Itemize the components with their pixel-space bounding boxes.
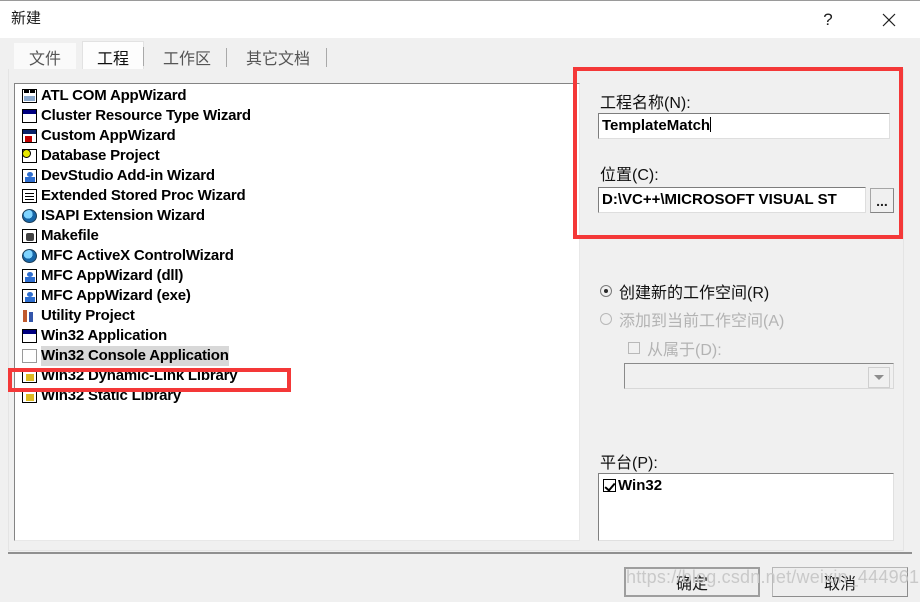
list-item-label: MFC ActiveX ControlWizard — [41, 247, 234, 264]
text-caret — [710, 117, 712, 132]
add-to-current-workspace-label: 添加到当前工作空间(A) — [619, 313, 785, 330]
list-item-label: MFC AppWizard (dll) — [41, 267, 184, 284]
list-item[interactable]: Database Project — [21, 146, 579, 166]
tab-workspaces[interactable]: 工作区 — [148, 43, 227, 71]
ellipsis-icon: ... — [876, 192, 888, 209]
platform-label: 平台(P): — [600, 455, 658, 472]
list-item-label: Cluster Resource Type Wizard — [41, 107, 251, 124]
list-item-label: ATL COM AppWizard — [41, 87, 187, 104]
custom-appwizard-icon — [21, 128, 38, 144]
tab-separator — [226, 48, 227, 67]
extended-stored-proc-icon — [21, 188, 38, 204]
project-type-listbox[interactable]: ATL COM AppWizard Cluster Resource Type W… — [14, 83, 580, 541]
list-item-label: ISAPI Extension Wizard — [41, 207, 205, 224]
tab-separator — [143, 47, 144, 66]
win32-dll-icon — [21, 368, 38, 384]
database-project-icon — [21, 148, 38, 164]
list-item[interactable]: MFC AppWizard (exe) — [21, 286, 579, 306]
tab-strip: 文件 工程 工作区 其它文档 — [14, 41, 904, 71]
dialog-separator — [8, 552, 912, 554]
list-item[interactable]: ISAPI Extension Wizard — [21, 206, 579, 226]
list-item[interactable]: Custom AppWizard — [21, 126, 579, 146]
list-item-label: Database Project — [41, 147, 160, 164]
list-item[interactable]: DevStudio Add-in Wizard — [21, 166, 579, 186]
win32-static-library-icon — [21, 388, 38, 404]
close-button[interactable] — [866, 1, 912, 38]
tab-files[interactable]: 文件 — [14, 43, 76, 71]
platform-item-win32[interactable]: Win32 — [603, 477, 662, 494]
project-name-value: TemplateMatch — [602, 117, 711, 134]
title-bar: 新建 ? — [0, 1, 920, 38]
list-item-label: MFC AppWizard (exe) — [41, 287, 191, 304]
list-item[interactable]: Win32 Console Application — [21, 346, 579, 366]
list-item-label: Win32 Dynamic-Link Library — [41, 367, 238, 384]
list-item-label: DevStudio Add-in Wizard — [41, 167, 215, 184]
location-label: 位置(C): — [600, 167, 659, 184]
platform-item-label: Win32 — [618, 477, 663, 494]
add-to-current-workspace-radio[interactable]: 添加到当前工作空间(A) — [600, 307, 784, 331]
window-title: 新建 — [11, 10, 42, 27]
list-item[interactable]: Extended Stored Proc Wizard — [21, 186, 579, 206]
tab-other-documents[interactable]: 其它文档 — [230, 43, 327, 71]
list-item[interactable]: Win32 Static Library — [21, 386, 579, 406]
list-item-label: Win32 Application — [41, 327, 167, 344]
tab-projects[interactable]: 工程 — [82, 41, 144, 71]
makefile-icon — [21, 228, 38, 244]
tab-label: 工程 — [96, 50, 129, 68]
new-project-dialog: 新建 ? 文件 工程 工作区 其它文档 ATL COM AppWizard Clu… — [0, 0, 920, 602]
checkbox-indicator — [628, 342, 640, 354]
tab-separator — [326, 48, 327, 67]
tab-label: 文件 — [28, 51, 61, 68]
isapi-extension-wizard-icon — [21, 208, 38, 224]
radio-indicator — [600, 313, 612, 325]
dependency-checkbox[interactable]: 从属于(D): — [628, 336, 722, 360]
win32-application-icon — [21, 328, 38, 344]
checkbox-checked-icon[interactable] — [603, 479, 616, 492]
list-item[interactable]: MFC ActiveX ControlWizard — [21, 246, 579, 266]
list-item[interactable]: Cluster Resource Type Wizard — [21, 106, 579, 126]
list-item[interactable]: ATL COM AppWizard — [21, 86, 579, 106]
radio-indicator — [600, 285, 612, 297]
list-item-label: Extended Stored Proc Wizard — [41, 187, 246, 204]
dependency-combobox[interactable] — [624, 363, 894, 389]
list-item[interactable]: Win32 Application — [21, 326, 579, 346]
list-item[interactable]: Utility Project — [21, 306, 579, 326]
utility-project-icon — [21, 308, 38, 324]
browse-button[interactable]: ... — [870, 188, 894, 213]
help-button[interactable]: ? — [805, 1, 851, 38]
tab-label: 工作区 — [162, 51, 211, 68]
list-item-label: Win32 Console Application — [41, 346, 229, 366]
location-input[interactable]: D:\VC++\MICROSOFT VISUAL ST — [598, 187, 866, 213]
list-item-label: Custom AppWizard — [41, 127, 176, 144]
mfc-appwizard-exe-icon — [21, 288, 38, 304]
location-value: D:\VC++\MICROSOFT VISUAL ST — [602, 191, 837, 208]
list-item-label: Utility Project — [41, 307, 135, 324]
ok-button[interactable]: 确定 — [624, 567, 760, 597]
project-name-input[interactable]: TemplateMatch — [598, 113, 890, 139]
list-item-label: Win32 Static Library — [41, 387, 182, 404]
mfc-appwizard-dll-icon — [21, 268, 38, 284]
atl-com-appwizard-icon — [21, 88, 38, 104]
cancel-button[interactable]: 取消 — [772, 567, 908, 597]
create-new-workspace-label: 创建新的工作空间(R) — [619, 285, 770, 302]
list-item-label: Makefile — [41, 227, 99, 244]
cancel-button-label: 取消 — [823, 576, 856, 593]
devstudio-addin-wizard-icon — [21, 168, 38, 184]
mfc-activex-controlwizard-icon — [21, 248, 38, 264]
list-item[interactable]: Win32 Dynamic-Link Library — [21, 366, 579, 386]
question-mark-icon: ? — [823, 9, 833, 29]
project-name-label: 工程名称(N): — [600, 95, 691, 112]
close-icon — [882, 13, 896, 27]
tab-label: 其它文档 — [245, 51, 310, 68]
list-item[interactable]: MFC AppWizard (dll) — [21, 266, 579, 286]
platform-listbox[interactable]: Win32 — [598, 473, 894, 541]
create-new-workspace-radio[interactable]: 创建新的工作空间(R) — [600, 279, 769, 303]
dependency-label: 从属于(D): — [647, 342, 722, 359]
chevron-down-icon[interactable] — [868, 367, 890, 388]
ok-button-label: 确定 — [675, 576, 708, 593]
list-item[interactable]: Makefile — [21, 226, 579, 246]
win32-console-application-icon — [21, 348, 38, 364]
cluster-resource-wizard-icon — [21, 108, 38, 124]
